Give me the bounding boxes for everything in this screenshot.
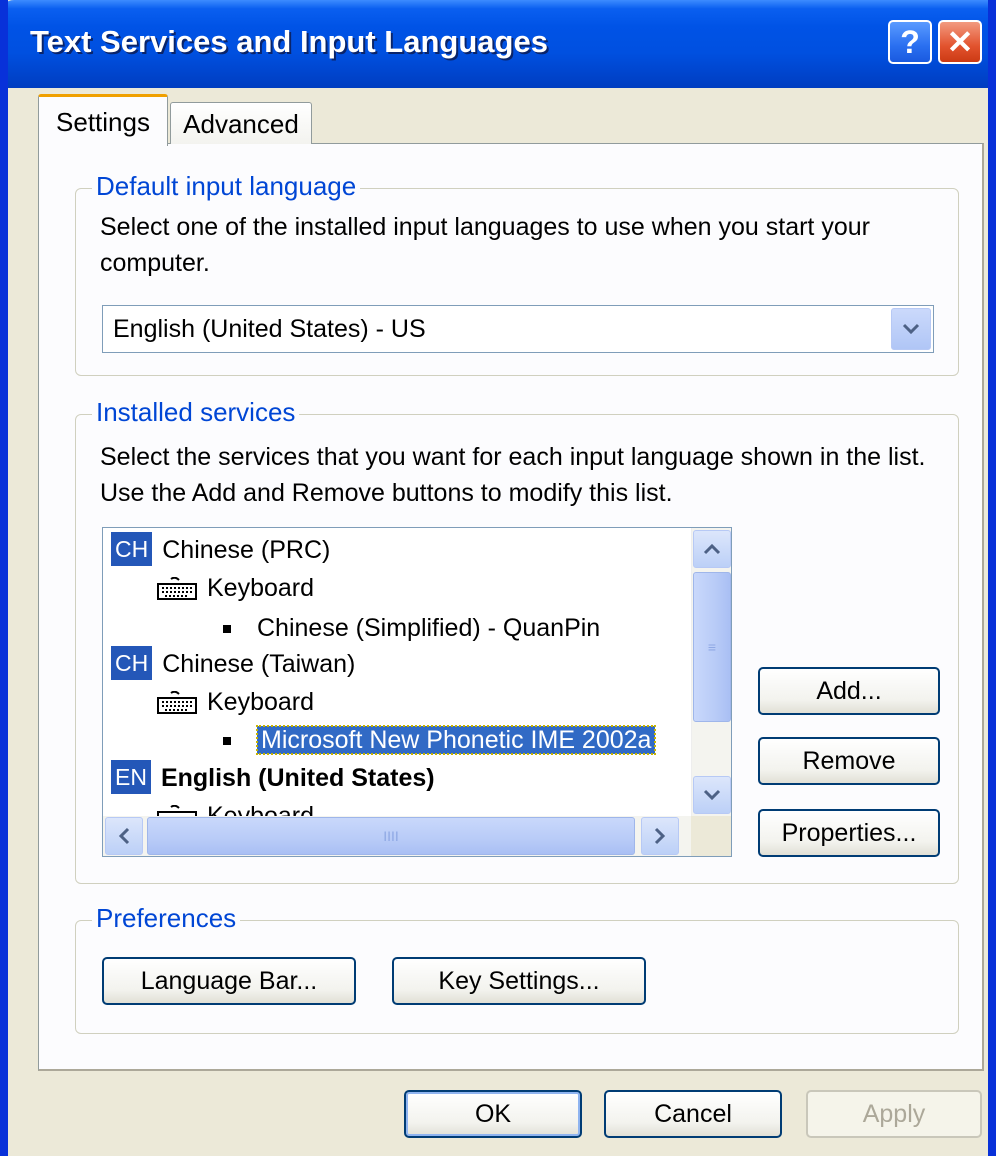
default-language-value: English (United States) - US xyxy=(113,315,426,343)
horizontal-scrollbar[interactable]: IIII xyxy=(103,816,693,856)
chevron-down-icon[interactable] xyxy=(891,308,931,350)
default-input-language-legend: Default input language xyxy=(92,171,361,202)
help-icon: ? xyxy=(900,23,920,60)
bullet-icon xyxy=(223,625,231,634)
vertical-scroll-thumb[interactable]: ≡ xyxy=(693,572,731,722)
vertical-scrollbar[interactable]: ≡ xyxy=(691,528,731,818)
tree-item-language[interactable]: EN English (United States) xyxy=(111,760,435,796)
tree-item-language[interactable]: CH Chinese (PRC) xyxy=(111,532,330,568)
tree-item-service-selected[interactable]: Microsoft New Phonetic IME 2002a xyxy=(223,722,657,758)
chevron-up-icon xyxy=(703,543,721,555)
chevron-right-icon xyxy=(654,827,666,845)
preferences-group: Preferences Language Bar... Key Settings… xyxy=(75,903,959,1034)
scroll-left-button[interactable] xyxy=(105,817,143,855)
tree-item-keyboard[interactable]: Keyboard xyxy=(157,570,314,606)
installed-services-legend: Installed services xyxy=(92,397,300,428)
scroll-right-button[interactable] xyxy=(641,817,679,855)
ok-button[interactable]: OK xyxy=(404,1090,582,1138)
tree-item-keyboard[interactable]: Keyboard xyxy=(157,684,314,720)
close-icon: ✕ xyxy=(946,24,974,60)
installed-services-group: Installed services Select the services t… xyxy=(75,397,959,884)
tab-settings[interactable]: Settings xyxy=(38,94,168,146)
language-badge: EN xyxy=(111,760,151,794)
services-tree[interactable]: CH Chinese (PRC) Keyboard Chinese (Simpli… xyxy=(102,527,732,857)
settings-panel: Default input language Select one of the… xyxy=(38,143,984,1071)
language-badge: CH xyxy=(111,646,153,680)
language-badge: CH xyxy=(111,532,153,566)
tree-item-language[interactable]: CH Chinese (Taiwan) xyxy=(111,646,355,682)
installed-services-description: Select the services that you want for ea… xyxy=(100,443,926,507)
properties-button[interactable]: Properties... xyxy=(758,809,940,857)
window-title: Text Services and Input Languages xyxy=(30,24,548,59)
chevron-left-icon xyxy=(118,827,130,845)
close-button[interactable]: ✕ xyxy=(938,20,982,64)
default-language-dropdown[interactable]: English (United States) - US xyxy=(102,305,934,353)
title-bar[interactable]: Text Services and Input Languages ? ✕ xyxy=(8,0,988,88)
dialog-window: Text Services and Input Languages ? ✕ De… xyxy=(0,0,996,1156)
default-input-language-group: Default input language Select one of the… xyxy=(75,171,959,376)
scroll-down-button[interactable] xyxy=(693,776,731,814)
horizontal-scroll-thumb[interactable]: IIII xyxy=(147,817,635,855)
keyboard-icon xyxy=(157,577,197,601)
scroll-up-button[interactable] xyxy=(693,530,731,568)
remove-button[interactable]: Remove xyxy=(758,737,940,785)
add-button[interactable]: Add... xyxy=(758,667,940,715)
chevron-down-icon xyxy=(703,789,721,801)
apply-button[interactable]: Apply xyxy=(806,1090,982,1138)
language-bar-button[interactable]: Language Bar... xyxy=(102,957,356,1005)
tab-advanced[interactable]: Advanced xyxy=(170,102,312,144)
preferences-legend: Preferences xyxy=(92,903,241,934)
default-input-description: Select one of the installed input langua… xyxy=(100,213,870,277)
cancel-button[interactable]: Cancel xyxy=(604,1090,782,1138)
help-button[interactable]: ? xyxy=(888,20,932,64)
keyboard-icon xyxy=(157,691,197,715)
key-settings-button[interactable]: Key Settings... xyxy=(392,957,646,1005)
scrollbar-corner xyxy=(691,816,731,856)
tree-item-service[interactable]: Chinese (Simplified) - QuanPin xyxy=(223,610,600,646)
bullet-icon xyxy=(223,737,231,746)
